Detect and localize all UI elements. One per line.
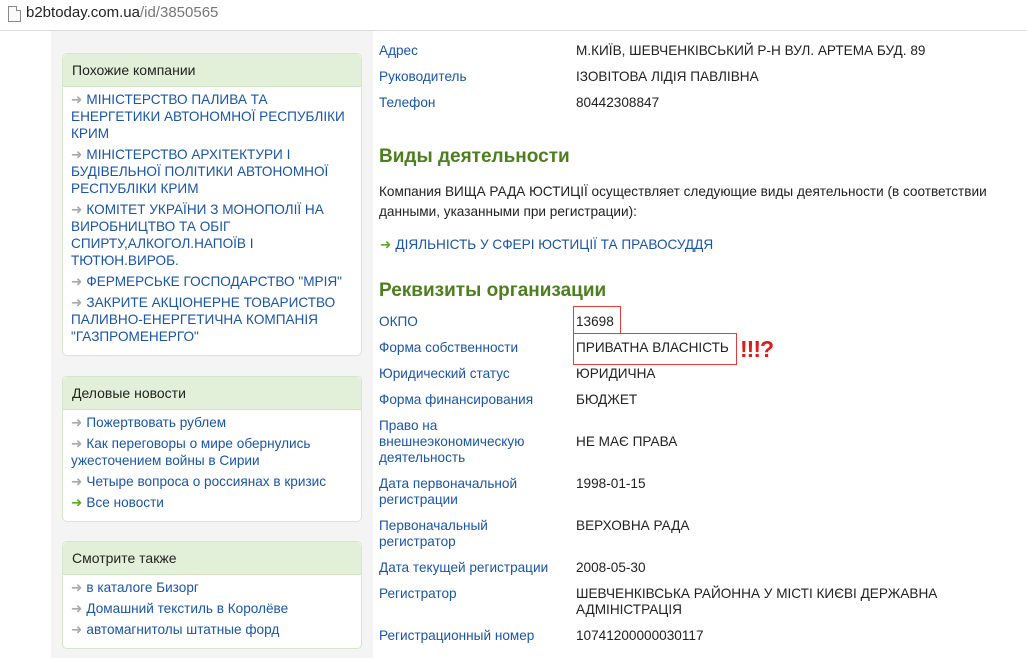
link-text[interactable]: Пожертвовать рублем bbox=[86, 415, 226, 430]
address-label: Адрес bbox=[379, 43, 418, 58]
list-item[interactable]: ➜ МІНІСТЕРСТВО АРХІТЕКТУРИ І БУДІВЕЛЬНОЇ … bbox=[71, 146, 353, 197]
url-text[interactable]: b2btoday.com.ua/id/3850565 bbox=[26, 4, 218, 21]
arrow-right-icon: ➜ bbox=[71, 274, 83, 289]
link-text[interactable]: Четыре вопроса о россиянах в кризис bbox=[86, 474, 326, 489]
arrow-right-icon: ➜ bbox=[71, 495, 83, 510]
similar-companies-title: Похожие компании bbox=[63, 54, 361, 87]
list-item[interactable]: ➜ КОМІТЕТ УКРАЇНИ З МОНОПОЛІЇ НА ВИРОБНИЦ… bbox=[71, 201, 353, 269]
arrow-right-icon: ➜ bbox=[71, 474, 83, 489]
activity-link-text[interactable]: ДІЯЛЬНІСТЬ У СФЕРІ ЮСТИЦІЇ ТА ПРАВОСУДДЯ bbox=[395, 237, 713, 252]
list-item[interactable]: ➜ ЗАКРИТЕ АКЦІОНЕРНЕ ТОВАРИСТВО ПАЛИВНО-Е… bbox=[71, 294, 353, 345]
list-item[interactable]: ➜ Домашний текстиль в Королёве bbox=[71, 600, 353, 617]
see-also-title: Смотрите также bbox=[63, 542, 361, 575]
list-item[interactable]: ➜ МІНІСТЕРСТВО ПАЛИВА ТА ЕНЕРГЕТИКИ АВТОН… bbox=[71, 91, 353, 142]
list-item[interactable]: ➜ Как переговоры о мире обернулись ужесто… bbox=[71, 435, 353, 469]
list-item[interactable]: ➜ Четыре вопроса о россиянах в кризис bbox=[71, 473, 353, 490]
registration-number-value: 10741200000030117 bbox=[576, 628, 704, 643]
registrar-value: ШЕВЧЕНКІВСЬКА РАЙОННА У МІСТІ КИЄВІ ДЕРЖ… bbox=[576, 586, 938, 617]
foreign-trade-value: НЕ МАЄ ПРАВА bbox=[576, 434, 678, 449]
link-text[interactable]: Как переговоры о мире обернулись ужесточ… bbox=[71, 436, 311, 468]
activities-heading: Виды деятельности bbox=[379, 146, 570, 167]
ownership-highlight-box bbox=[573, 333, 737, 365]
list-item[interactable]: ➜ автомагнитолы штатные форд bbox=[71, 621, 353, 638]
list-item[interactable]: ➜ в каталоге Бизорг bbox=[71, 579, 353, 596]
activity-link[interactable]: ➜ ДІЯЛЬНІСТЬ У СФЕРІ ЮСТИЦІЇ ТА ПРАВОСУДД… bbox=[380, 237, 713, 253]
registration-number-label: Регистрационный номер bbox=[379, 628, 535, 643]
arrow-right-icon: ➜ bbox=[71, 295, 83, 310]
link-text[interactable]: ФЕРМЕРСЬКЕ ГОСПОДАРСТВО "МРІЯ" bbox=[86, 274, 342, 289]
first-registration-date-label: Дата первоначальной регистрации bbox=[379, 476, 518, 507]
link-text[interactable]: МІНІСТЕРСТВО АРХІТЕКТУРИ І БУДІВЕЛЬНОЇ П… bbox=[71, 147, 328, 196]
arrow-right-icon: ➜ bbox=[380, 237, 392, 252]
first-registration-date-value: 1998-01-15 bbox=[576, 476, 646, 491]
arrow-right-icon: ➜ bbox=[71, 436, 83, 451]
activities-text: Компания ВИЩА РАДА ЮСТИЦІЇ осуществляет … bbox=[379, 184, 987, 219]
legal-status-label: Юридический статус bbox=[379, 366, 510, 381]
link-text[interactable]: автомагнитолы штатные форд bbox=[86, 622, 279, 637]
phone-label: Телефон bbox=[379, 95, 436, 110]
arrow-right-icon: ➜ bbox=[71, 601, 83, 616]
link-text[interactable]: КОМІТЕТ УКРАЇНИ З МОНОПОЛІЇ НА ВИРОБНИЦТ… bbox=[71, 202, 324, 268]
similar-companies-box: Похожие компании ➜ МІНІСТЕРСТВО ПАЛИВА ТА… bbox=[62, 53, 362, 356]
list-item[interactable]: ➜ Пожертвовать рублем bbox=[71, 414, 353, 431]
legal-status-value: ЮРИДИЧНА bbox=[576, 366, 656, 381]
url-path: /id/3850565 bbox=[139, 4, 219, 21]
financing-value: БЮДЖЕТ bbox=[576, 392, 638, 407]
business-news-box: Деловые новости ➜ Пожертвовать рублем ➜ Ка… bbox=[62, 376, 362, 522]
link-text[interactable]: Домашний текстиль в Королёве bbox=[86, 601, 288, 616]
okpo-label: ОКПО bbox=[379, 314, 418, 329]
okpo-highlight-box bbox=[573, 306, 621, 334]
first-registrar-label: Первоначальный регистратор bbox=[379, 518, 488, 549]
address-bar[interactable]: b2btoday.com.ua/id/3850565 bbox=[0, 0, 1027, 31]
business-news-title: Деловые новости bbox=[63, 377, 361, 410]
director-value: ІЗОВІТОВА ЛІДІЯ ПАВЛІВНА bbox=[576, 69, 759, 84]
arrow-right-icon: ➜ bbox=[71, 580, 83, 595]
arrow-right-icon: ➜ bbox=[71, 415, 83, 430]
arrow-right-icon: ➜ bbox=[71, 147, 83, 162]
address-value: М.КИЇВ, ШЕВЧЕНКІВСЬКИЙ Р-Н ВУЛ. АРТЕМА Б… bbox=[576, 43, 926, 58]
see-also-box: Смотрите также ➜ в каталоге Бизорг ➜ Домаш… bbox=[62, 541, 362, 649]
page-icon bbox=[8, 6, 21, 22]
current-registration-date-label: Дата текущей регистрации bbox=[379, 560, 549, 575]
financing-label: Форма финансирования bbox=[379, 392, 534, 407]
registrar-label: Регистратор bbox=[379, 586, 457, 601]
link-text[interactable]: в каталоге Бизорг bbox=[86, 580, 198, 595]
first-registrar-value: ВЕРХОВНА РАДА bbox=[576, 518, 690, 533]
all-news-link[interactable]: ➜ Все новости bbox=[71, 494, 353, 511]
arrow-right-icon: ➜ bbox=[71, 202, 83, 217]
arrow-right-icon: ➜ bbox=[71, 92, 83, 107]
url-domain: b2btoday.com.ua bbox=[26, 4, 140, 21]
ownership-label: Форма собственности bbox=[379, 340, 519, 355]
requisites-heading: Реквизиты организации bbox=[379, 280, 607, 301]
list-item[interactable]: ➜ ФЕРМЕРСЬКЕ ГОСПОДАРСТВО "МРІЯ" bbox=[71, 273, 353, 290]
foreign-trade-label: Право на внешнеэкономическую деятельност… bbox=[379, 418, 525, 465]
arrow-right-icon: ➜ bbox=[71, 622, 83, 637]
link-text[interactable]: ЗАКРИТЕ АКЦІОНЕРНЕ ТОВАРИСТВО ПАЛИВНО-ЕН… bbox=[71, 295, 335, 344]
link-text[interactable]: Все новости bbox=[86, 495, 164, 510]
phone-value: 80442308847 bbox=[576, 95, 660, 110]
director-label: Руководитель bbox=[379, 69, 467, 84]
current-registration-date-value: 2008-05-30 bbox=[576, 560, 646, 575]
exclamation-annotation: !!!? bbox=[740, 336, 774, 362]
link-text[interactable]: МІНІСТЕРСТВО ПАЛИВА ТА ЕНЕРГЕТИКИ АВТОНО… bbox=[71, 92, 345, 141]
